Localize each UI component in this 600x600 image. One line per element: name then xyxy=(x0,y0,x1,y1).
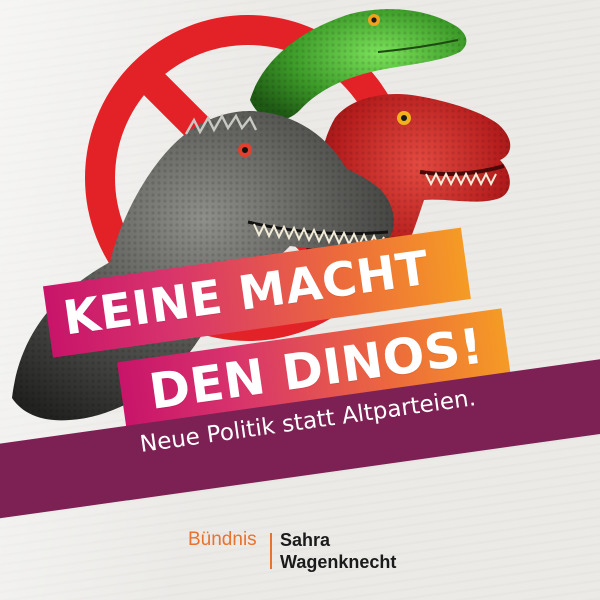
logo-word-buendnis: Bündnis xyxy=(188,529,257,550)
campaign-poster: KEINE MACHT DEN DINOS! Neue Politik stat… xyxy=(0,0,600,600)
logo-name: Sahra Wagenknecht xyxy=(280,529,396,573)
logo-divider xyxy=(270,533,272,569)
logo-word-wagenknecht: Wagenknecht xyxy=(280,552,397,572)
logo-word-sahra: Sahra xyxy=(280,530,331,550)
party-logo: Bündnis Sahra Wagenknecht xyxy=(188,529,448,579)
